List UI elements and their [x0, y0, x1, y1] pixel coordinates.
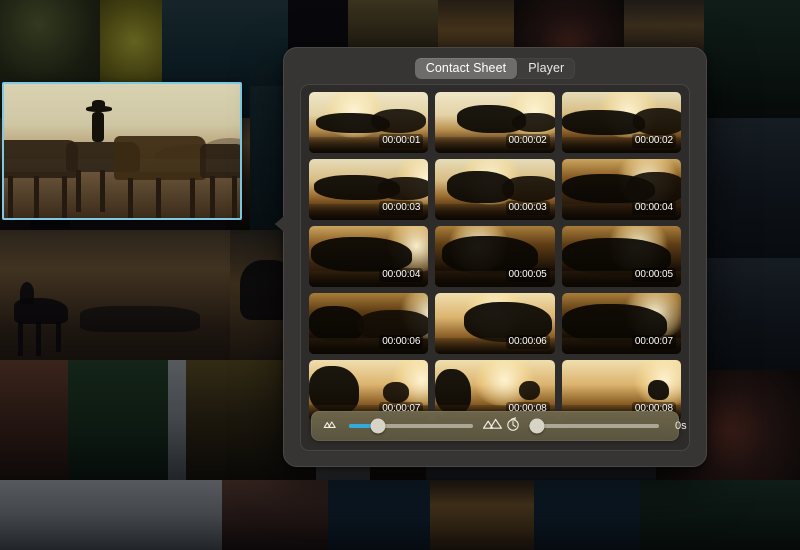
subject-silhouette: [633, 107, 681, 135]
thumbnail-size-control[interactable]: [321, 416, 505, 436]
contact-sheet-popover: Contact Sheet Player 00:00:01 00:00:02 00:…: [275, 47, 707, 467]
background-tile: [0, 360, 68, 480]
background-tile: [0, 480, 222, 550]
tab-player[interactable]: Player: [517, 58, 575, 79]
thumbnail[interactable]: 00:00:01: [309, 92, 429, 153]
thumbnail-timestamp: 00:00:06: [505, 335, 550, 349]
background-tile: [168, 360, 186, 480]
subject-silhouette: [371, 109, 426, 134]
thumbnail[interactable]: 00:00:03: [309, 159, 429, 220]
duration-value: 0s: [675, 420, 687, 432]
background-tile: [704, 258, 800, 370]
thumbnail[interactable]: 00:00:02: [435, 92, 555, 153]
thumbnail-timestamp: 00:00:03: [505, 201, 550, 215]
thumbnail[interactable]: 00:00:04: [561, 159, 681, 220]
subject-silhouette: [382, 381, 410, 403]
selected-media-preview[interactable]: [2, 82, 242, 220]
background-tile: [430, 480, 534, 550]
tab-bar: Contact Sheet Player: [284, 57, 706, 79]
background-tile: [704, 0, 800, 118]
background-tile: [534, 480, 640, 550]
stopwatch-icon: [505, 416, 521, 437]
thumbnail[interactable]: 00:00:05: [435, 226, 555, 287]
subject-silhouette: [626, 172, 681, 205]
thumbnail-timestamp: 00:00:03: [379, 201, 424, 215]
subject-silhouette: [502, 176, 555, 202]
slider-knob[interactable]: [529, 418, 545, 434]
thumbnail-timestamp: 00:00:04: [631, 201, 676, 215]
thumbnail-timestamp: 00:00:05: [631, 268, 676, 282]
thumbnail-grid: 00:00:01 00:00:02 00:00:02 00:00:03 00:00:03…: [309, 92, 681, 421]
thumbnail[interactable]: 00:00:05: [561, 226, 681, 287]
mountains-small-icon: [321, 417, 341, 435]
thumbnail[interactable]: 00:00:03: [435, 159, 555, 220]
thumbnail[interactable]: 00:00:04: [309, 226, 429, 287]
background-tile: [640, 480, 800, 550]
background-tile: [328, 480, 430, 550]
thumbnail[interactable]: 00:00:06: [435, 293, 555, 354]
thumbnail-size-slider[interactable]: [349, 418, 473, 434]
thumbnail[interactable]: 00:00:06: [309, 293, 429, 354]
thumbnail-timestamp: 00:00:05: [505, 268, 550, 282]
preview-photo: [4, 84, 240, 218]
tab-contact-sheet[interactable]: Contact Sheet: [414, 57, 518, 79]
thumbnail-timestamp: 00:00:07: [631, 335, 676, 349]
mountains-large-icon: [481, 416, 505, 436]
subject-silhouette: [309, 306, 364, 341]
thumbnail[interactable]: 00:00:02: [561, 92, 681, 153]
frame-duration-control[interactable]: 0s: [505, 416, 687, 437]
thumbnail-timestamp: 00:00:02: [631, 134, 676, 148]
slider-knob[interactable]: [370, 418, 386, 434]
frame-duration-slider[interactable]: [529, 418, 659, 434]
contact-sheet-frame: 00:00:01 00:00:02 00:00:02 00:00:03 00:00:03…: [300, 84, 690, 451]
thumbnail-timestamp: 00:00:02: [505, 134, 550, 148]
background-tile: [222, 480, 328, 550]
subject-silhouette: [647, 379, 670, 401]
subject-silhouette: [518, 380, 541, 401]
subject-silhouette: [511, 112, 555, 133]
background-tile: [704, 118, 800, 258]
thumbnail-timestamp: 00:00:01: [379, 134, 424, 148]
segmented-control[interactable]: Contact Sheet Player: [414, 57, 576, 79]
background-tile: [68, 360, 168, 480]
thumbnail-timestamp: 00:00:06: [379, 335, 424, 349]
thumbnail-timestamp: 00:00:04: [379, 268, 424, 282]
subject-silhouette: [378, 177, 429, 201]
sheet-toolbar: 0s: [311, 411, 687, 441]
thumbnail[interactable]: 00:00:07: [561, 293, 681, 354]
